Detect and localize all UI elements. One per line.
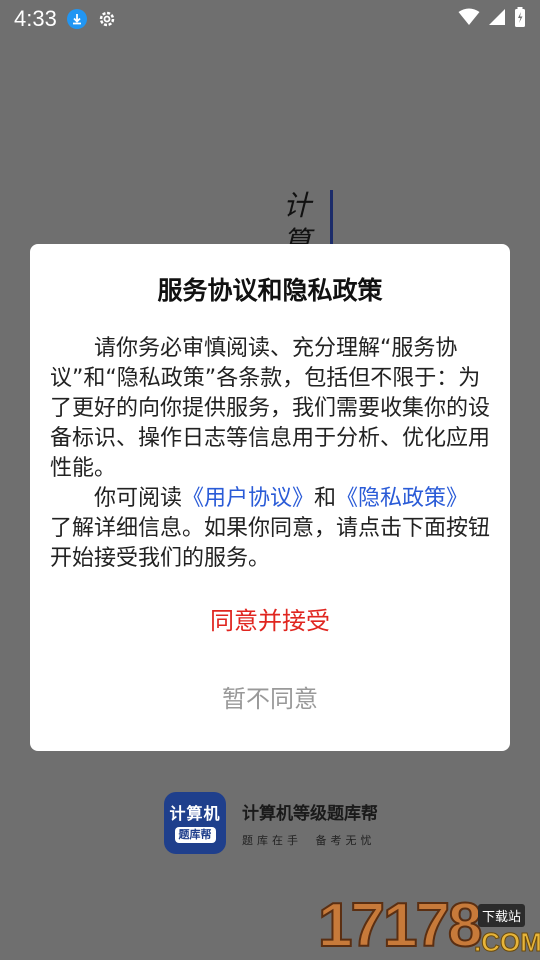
dialog-paragraph-1: 请你务必审慎阅读、充分理解“服务协议”和“隐私政策”各条款，包括但不限于：为了更…	[50, 336, 491, 481]
watermark-tag: 下载站	[478, 904, 526, 927]
brand-block: 计算机 题库帮 计算机等级题库帮 题库在手 备考无忧	[164, 792, 378, 854]
watermark-suffix: .COM	[474, 927, 540, 957]
p2-prefix: 你可阅读	[94, 486, 183, 511]
brand-slogan: 题库在手 备考无忧	[242, 833, 376, 847]
status-time: 4:33	[14, 6, 57, 31]
user-agreement-link[interactable]: 《用户协议》	[182, 486, 314, 511]
privacy-policy-link[interactable]: 《隐私政策》	[336, 486, 468, 511]
privacy-dialog: 服务协议和隐私政策 请你务必审慎阅读、充分理解“服务协议”和“隐私政策”各条款，…	[30, 244, 510, 751]
battery-icon	[514, 7, 526, 31]
p2-suffix: 了解详细信息。如果你同意，请点击下面按钮开始接受我们的服务。	[50, 516, 491, 571]
logo-line2: 题库帮	[174, 826, 216, 843]
decline-button[interactable]: 暂不同意	[30, 682, 510, 716]
splash-title-accent-bar	[330, 190, 333, 250]
dialog-paragraph-2: 你可阅读《用户协议》和《隐私政策》了解详细信息。如果你同意，请点击下面按钮开始接…	[50, 484, 490, 574]
p2-and: 和	[314, 486, 337, 511]
dialog-body: 请你务必审慎阅读、充分理解“服务协议”和“隐私政策”各条款，包括但不限于：为了更…	[50, 334, 490, 574]
status-bar: 4:33	[0, 0, 540, 38]
download-notification-icon	[66, 9, 87, 29]
app-logo: 计算机 题库帮	[164, 792, 226, 854]
agree-button[interactable]: 同意并接受	[30, 604, 510, 638]
watermark-number: 17178	[317, 891, 483, 960]
dialog-title: 服务协议和隐私政策	[157, 276, 383, 305]
settings-gear-icon	[97, 9, 117, 29]
wifi-icon	[458, 8, 480, 30]
logo-line1: 计算机	[169, 803, 221, 823]
signal-icon	[488, 8, 506, 30]
brand-name: 计算机等级题库帮	[242, 803, 378, 824]
brand-text: 计算机等级题库帮 题库在手 备考无忧	[242, 799, 378, 848]
